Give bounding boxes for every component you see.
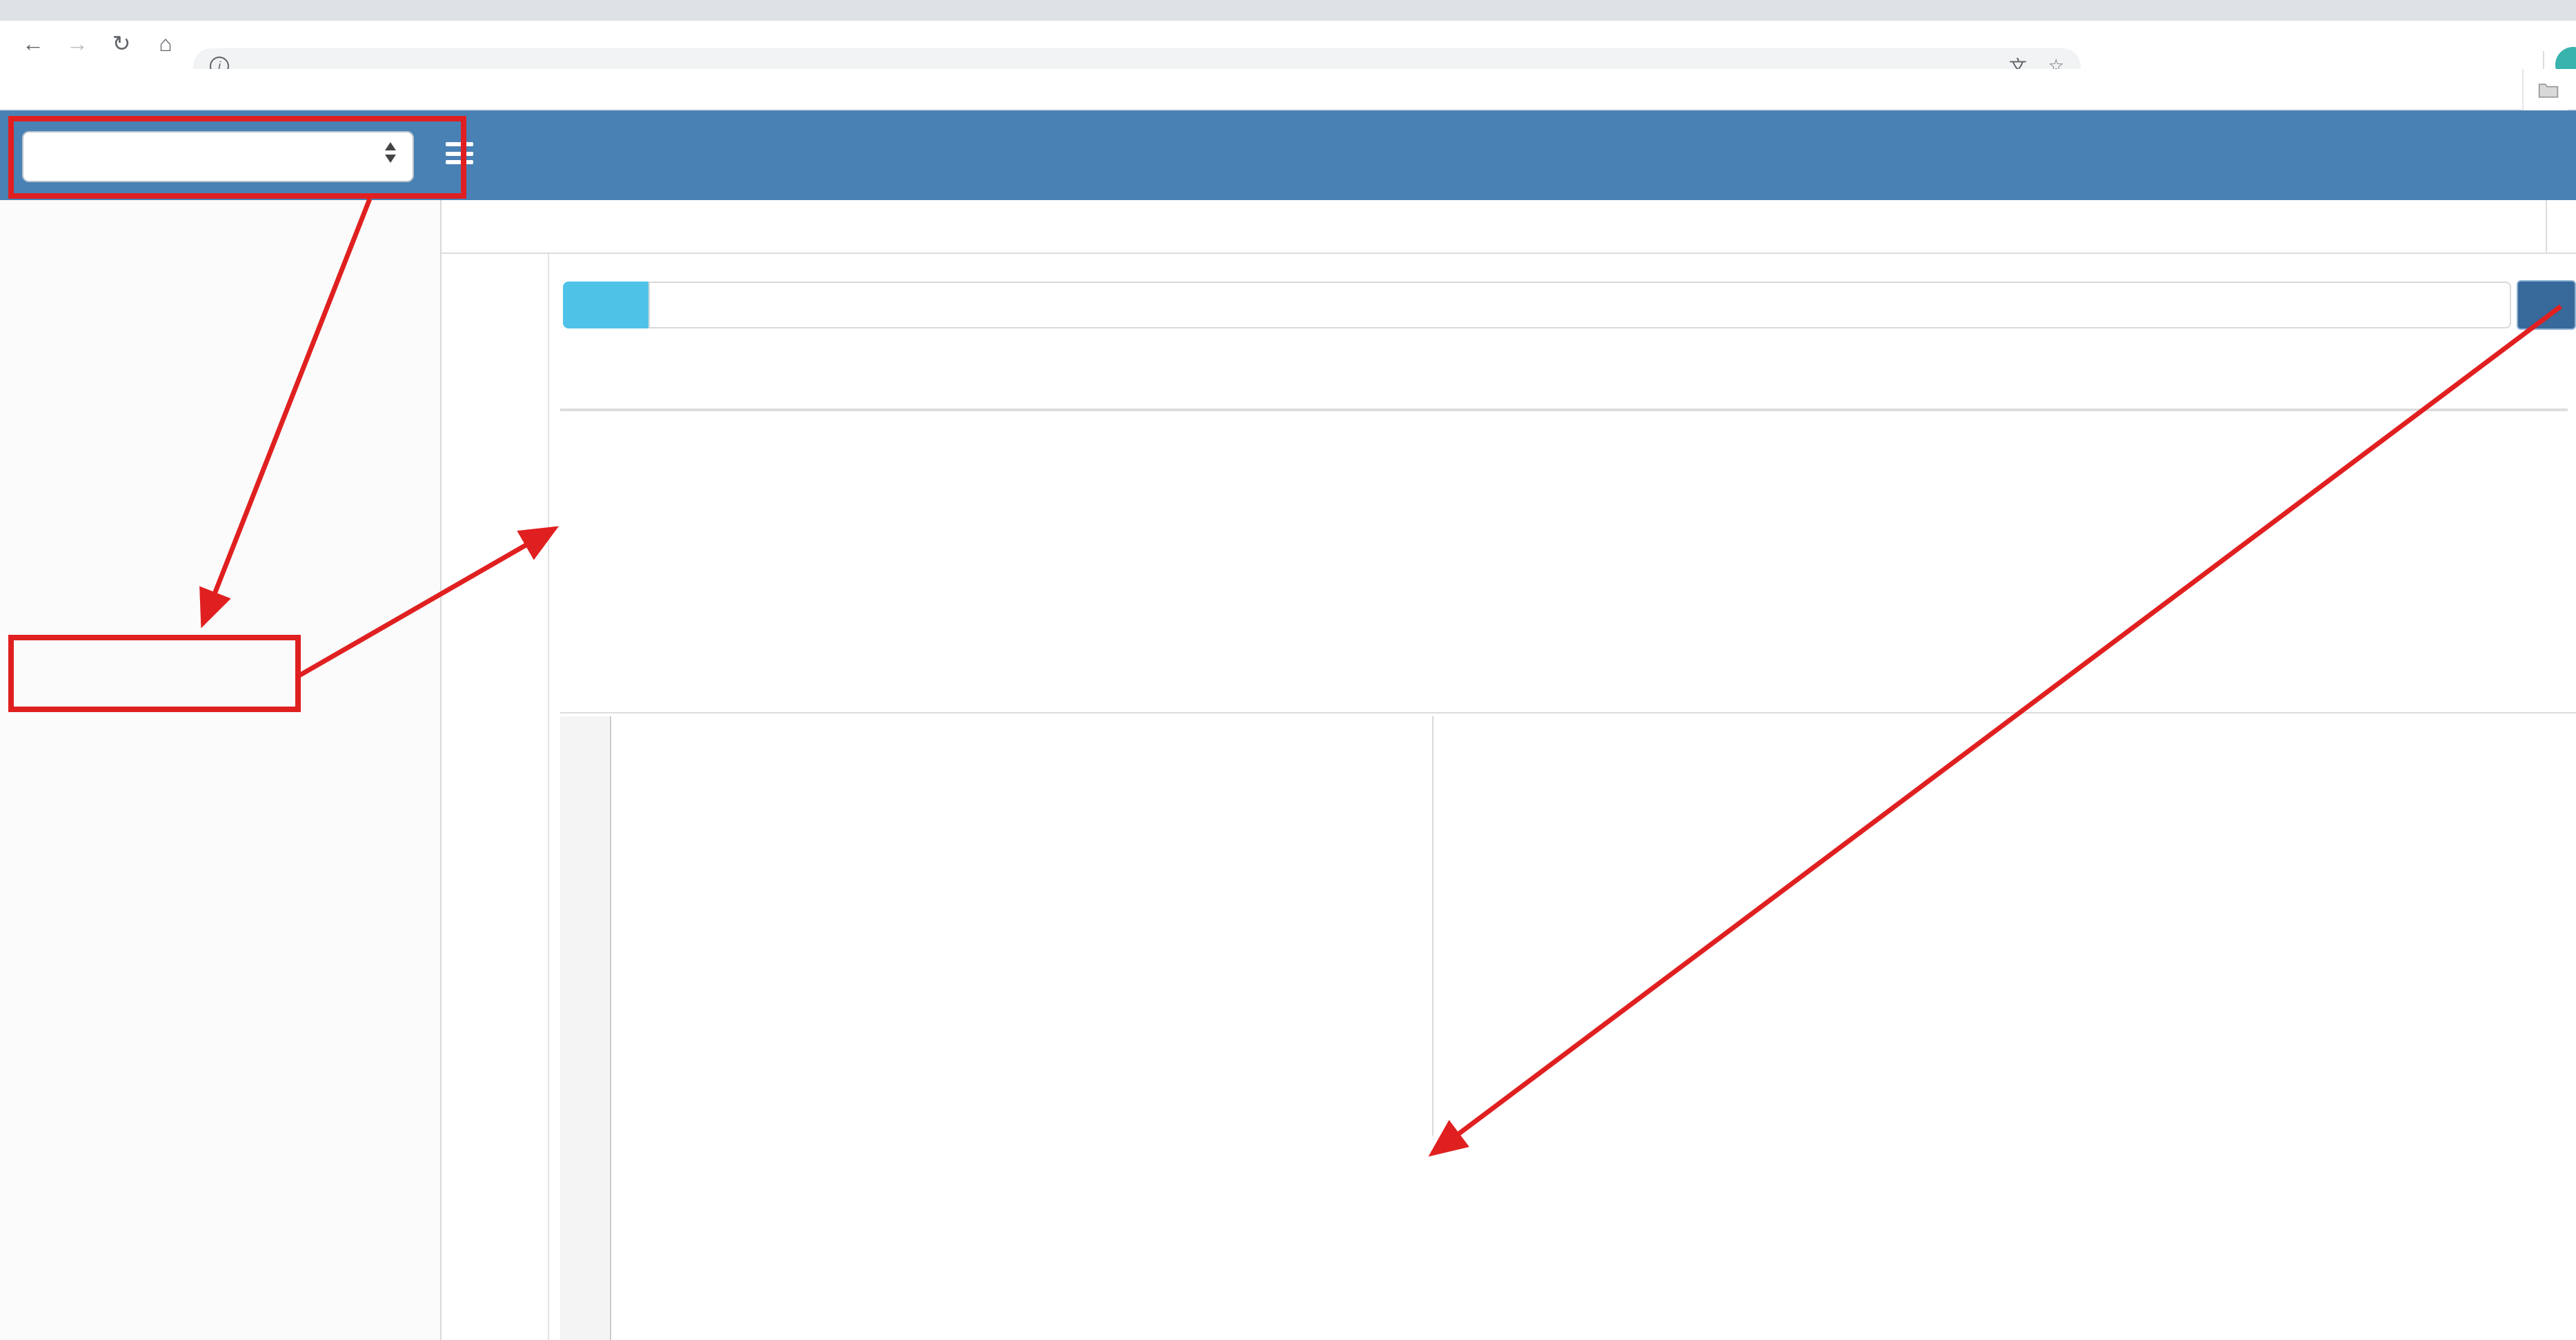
other-bookmarks[interactable] bbox=[2522, 69, 2568, 110]
doc-debug-tabs bbox=[442, 254, 549, 1340]
response-tab-bar bbox=[560, 661, 2576, 713]
menu-toggle-icon[interactable] bbox=[446, 142, 473, 169]
expand-tabs-icon[interactable] bbox=[2546, 200, 2576, 254]
response-json-viewer[interactable] bbox=[560, 716, 2576, 1340]
bookmarks-bar bbox=[0, 69, 2576, 110]
forward-icon[interactable]: → bbox=[61, 29, 94, 62]
http-method-badge bbox=[563, 282, 648, 328]
line-number-gutter bbox=[560, 716, 611, 1340]
app-header bbox=[0, 110, 2576, 200]
document-tab-bar bbox=[442, 200, 2576, 254]
back-icon[interactable]: ← bbox=[17, 29, 50, 62]
module-select[interactable] bbox=[22, 131, 414, 182]
annotation-divider bbox=[1432, 716, 1434, 1136]
home-icon[interactable]: ⌂ bbox=[149, 29, 182, 62]
send-request-button[interactable] bbox=[2517, 280, 2576, 330]
select-arrows-icon bbox=[385, 142, 399, 163]
browser-toolbar: ← → ↻ ⌂ i 文A ☆ bbox=[0, 21, 2576, 84]
params-table bbox=[560, 408, 2568, 411]
sidebar bbox=[0, 200, 442, 1340]
request-url-input[interactable] bbox=[648, 282, 2511, 328]
folder-icon bbox=[2538, 83, 2559, 97]
reload-icon[interactable]: ↻ bbox=[105, 29, 138, 62]
browser-tab-strip bbox=[0, 0, 2576, 21]
new-tab-button[interactable] bbox=[2332, 3, 2359, 21]
